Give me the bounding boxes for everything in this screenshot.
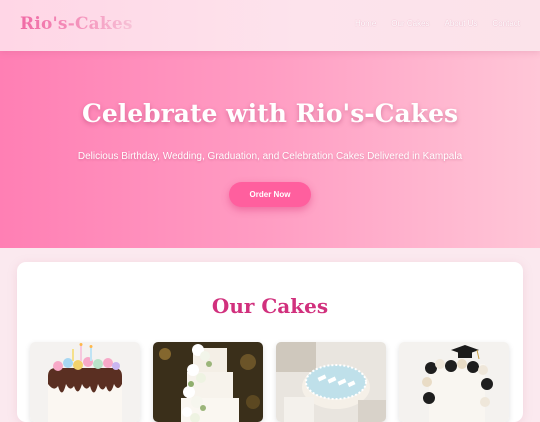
main-nav: Home Our Cakes About Us Contact: [355, 19, 520, 28]
section-title: Our Cakes: [211, 294, 329, 318]
nav-link-home[interactable]: Home: [355, 19, 376, 28]
nav-link-our-cakes[interactable]: Our Cakes: [391, 19, 429, 28]
graduation-cake-image[interactable]: [399, 342, 509, 422]
hero-subtitle: Delicious Birthday, Wedding, Graduation,…: [77, 151, 463, 162]
birthday-cake-image[interactable]: [30, 342, 140, 422]
hero-section: Celebrate with Rio's-Cakes Delicious Bir…: [0, 51, 540, 248]
wedding-cake-image[interactable]: [153, 342, 263, 422]
nav-link-about-us[interactable]: About Us: [445, 19, 478, 28]
nav-link-contact[interactable]: Contact: [492, 19, 520, 28]
site-header: Rio's-Cakes Home Our Cakes About Us Cont…: [0, 0, 540, 51]
site-logo[interactable]: Rio's-Cakes: [20, 14, 133, 34]
hero-title: Celebrate with Rio's-Cakes: [81, 99, 459, 128]
our-cakes-section: Our Cakes: [17, 262, 523, 422]
order-now-button[interactable]: Order Now: [229, 182, 311, 207]
celebration-cake-image[interactable]: [276, 342, 386, 422]
